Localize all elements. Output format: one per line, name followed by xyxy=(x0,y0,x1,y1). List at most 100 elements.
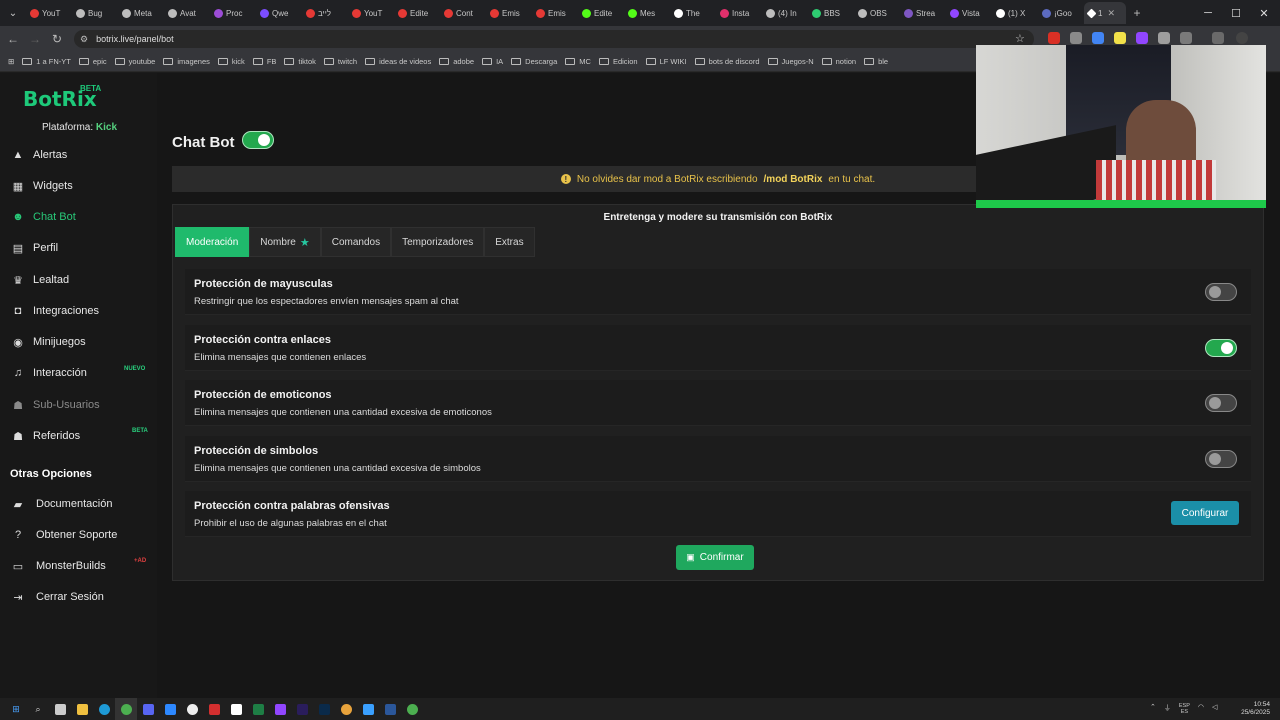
browser-tab[interactable]: לייב xyxy=(302,2,348,24)
bookmark-folder[interactable]: youtube xyxy=(111,57,160,66)
extension-icon[interactable] xyxy=(1114,32,1126,44)
app-icon[interactable] xyxy=(335,698,357,720)
search-icon[interactable]: ⌕ xyxy=(27,698,49,720)
extension-icon[interactable] xyxy=(1048,32,1060,44)
app-icon[interactable] xyxy=(137,698,159,720)
bookmark-folder[interactable]: Edicion xyxy=(595,57,642,66)
sidebar-item-widgets[interactable]: ▦ Widgets xyxy=(12,175,152,197)
bookmark-folder[interactable]: FB xyxy=(249,57,281,66)
word-icon[interactable] xyxy=(379,698,401,720)
minimize-window-icon[interactable]: ─ xyxy=(1194,0,1222,26)
bookmark-folder[interactable]: notion xyxy=(818,57,860,66)
tab-temporizadores[interactable]: Temporizadores xyxy=(391,227,485,257)
sidebar-item-lealtad[interactable]: ♛ Lealtad xyxy=(12,269,152,291)
site-info-icon[interactable]: ⚙ xyxy=(80,34,88,45)
app-icon[interactable] xyxy=(203,698,225,720)
obs-icon[interactable] xyxy=(181,698,203,720)
bookmark-folder[interactable]: Juegos-N xyxy=(764,57,818,66)
profile-avatar-icon[interactable] xyxy=(1236,32,1248,44)
symbols-protection-toggle[interactable] xyxy=(1205,450,1237,468)
sidebar-item-monsterbuilds[interactable]: ▭ MonsterBuilds xyxy=(12,555,152,577)
bookmark-folder[interactable]: ble xyxy=(860,57,892,66)
browser-tab[interactable]: (1) X xyxy=(992,2,1038,24)
tab-comandos[interactable]: Comandos xyxy=(320,227,392,257)
sidebar-item-cerrar-sesion[interactable]: ⇥ Cerrar Sesión xyxy=(12,586,152,608)
forward-icon[interactable]: → xyxy=(24,28,46,50)
chrome-icon[interactable] xyxy=(401,698,423,720)
app-icon[interactable] xyxy=(159,698,181,720)
reload-icon[interactable]: ↻ xyxy=(46,28,68,50)
bookmark-folder[interactable]: tiktok xyxy=(280,57,320,66)
extension-icon[interactable] xyxy=(1158,32,1170,44)
browser-tab[interactable]: ¡Goo xyxy=(1038,2,1084,24)
bookmark-folder[interactable]: MC xyxy=(561,57,595,66)
browser-tab[interactable]: Emis xyxy=(532,2,578,24)
volume-icon[interactable]: ◁ xyxy=(1212,703,1217,715)
browser-tab[interactable]: Qwe xyxy=(256,2,302,24)
extension-icon[interactable] xyxy=(1136,32,1148,44)
emotes-protection-toggle[interactable] xyxy=(1205,394,1237,412)
extension-icon[interactable] xyxy=(1070,32,1082,44)
bookmark-folder[interactable]: bots de discord xyxy=(691,57,764,66)
back-icon[interactable]: ← xyxy=(2,28,24,50)
extensions-puzzle-icon[interactable] xyxy=(1180,32,1192,44)
extension-icon[interactable] xyxy=(1092,32,1104,44)
browser-tab[interactable]: BBS xyxy=(808,2,854,24)
configure-button[interactable]: Configurar xyxy=(1171,501,1239,525)
capcut-icon[interactable] xyxy=(225,698,247,720)
bookmark-folder[interactable]: 1 a FN-YT xyxy=(18,57,75,66)
windows-start-icon[interactable]: ⊞ xyxy=(5,698,27,720)
close-tab-icon[interactable]: ✕ xyxy=(1107,8,1115,19)
sidebar-item-integraciones[interactable]: ◘ Integraciones xyxy=(12,300,152,322)
app-icon[interactable] xyxy=(357,698,379,720)
browser-tab[interactable]: Avat xyxy=(164,2,210,24)
bookmark-folder[interactable]: ideas de videos xyxy=(361,57,435,66)
sidebar-item-perfil[interactable]: ▤ Perfil xyxy=(12,237,152,259)
browser-tab[interactable]: Bug xyxy=(72,2,118,24)
new-tab-button[interactable]: + xyxy=(1126,2,1148,24)
bookmark-folder[interactable]: adobe xyxy=(435,57,478,66)
browser-tab[interactable]: YouT xyxy=(26,2,72,24)
microphone-icon[interactable]: ⏚ xyxy=(1164,703,1171,715)
browser-tab[interactable]: Insta xyxy=(716,2,762,24)
file-explorer-icon[interactable] xyxy=(71,698,93,720)
apps-grid-icon[interactable]: ⊞ xyxy=(0,57,18,66)
browser-tab[interactable]: OBS xyxy=(854,2,900,24)
browser-tab[interactable]: Emis xyxy=(486,2,532,24)
browser-tab[interactable]: YouT xyxy=(348,2,394,24)
confirm-button[interactable]: ▣ Confirmar xyxy=(676,545,754,570)
sidebar-item-alertas[interactable]: ▲ Alertas xyxy=(12,144,152,166)
photoshop-icon[interactable] xyxy=(313,698,335,720)
address-bar[interactable]: ⚙ botrix.live/panel/bot xyxy=(74,30,1034,48)
tab-search-icon[interactable]: ⌄ xyxy=(0,0,26,26)
sidebar-item-chat-bot[interactable]: ☻ Chat Bot xyxy=(12,206,152,228)
browser-tab[interactable]: Mes xyxy=(624,2,670,24)
bookmark-folder[interactable]: epic xyxy=(75,57,111,66)
sidebar-item-minijuegos[interactable]: ◉ Minijuegos xyxy=(12,331,152,353)
browser-tab[interactable]: Vista xyxy=(946,2,992,24)
chat-bot-toggle[interactable] xyxy=(242,131,274,149)
bookmark-folder[interactable]: kick xyxy=(214,57,249,66)
links-protection-toggle[interactable] xyxy=(1205,339,1237,357)
task-view-icon[interactable] xyxy=(49,698,71,720)
wifi-icon[interactable]: ◠ xyxy=(1198,703,1204,715)
tab-nombre[interactable]: Nombre ★ xyxy=(249,227,321,257)
twitch-icon[interactable] xyxy=(269,698,291,720)
language-indicator[interactable]: ESP ES xyxy=(1179,703,1190,715)
caps-protection-toggle[interactable] xyxy=(1205,283,1237,301)
sidebar-item-referidos[interactable]: ☗ Referidos xyxy=(12,425,152,447)
maximize-window-icon[interactable]: ☐ xyxy=(1222,0,1250,26)
chevron-up-icon[interactable]: ⌃ xyxy=(1150,703,1156,715)
premiere-icon[interactable] xyxy=(291,698,313,720)
browser-tab-active[interactable]: 1 ✕ xyxy=(1084,2,1126,24)
browser-tab[interactable]: Strea xyxy=(900,2,946,24)
bookmark-star-icon[interactable]: ☆ xyxy=(1015,32,1025,45)
browser-tab[interactable]: Edite xyxy=(578,2,624,24)
bookmark-folder[interactable]: IA xyxy=(478,57,507,66)
bookmark-folder[interactable]: Descarga xyxy=(507,57,561,66)
bookmark-folder[interactable]: LF WIKI xyxy=(642,57,691,66)
close-window-icon[interactable]: ✕ xyxy=(1250,0,1278,26)
edge-icon[interactable] xyxy=(93,698,115,720)
tab-extras[interactable]: Extras xyxy=(484,227,535,257)
browser-tab[interactable]: Proc xyxy=(210,2,256,24)
